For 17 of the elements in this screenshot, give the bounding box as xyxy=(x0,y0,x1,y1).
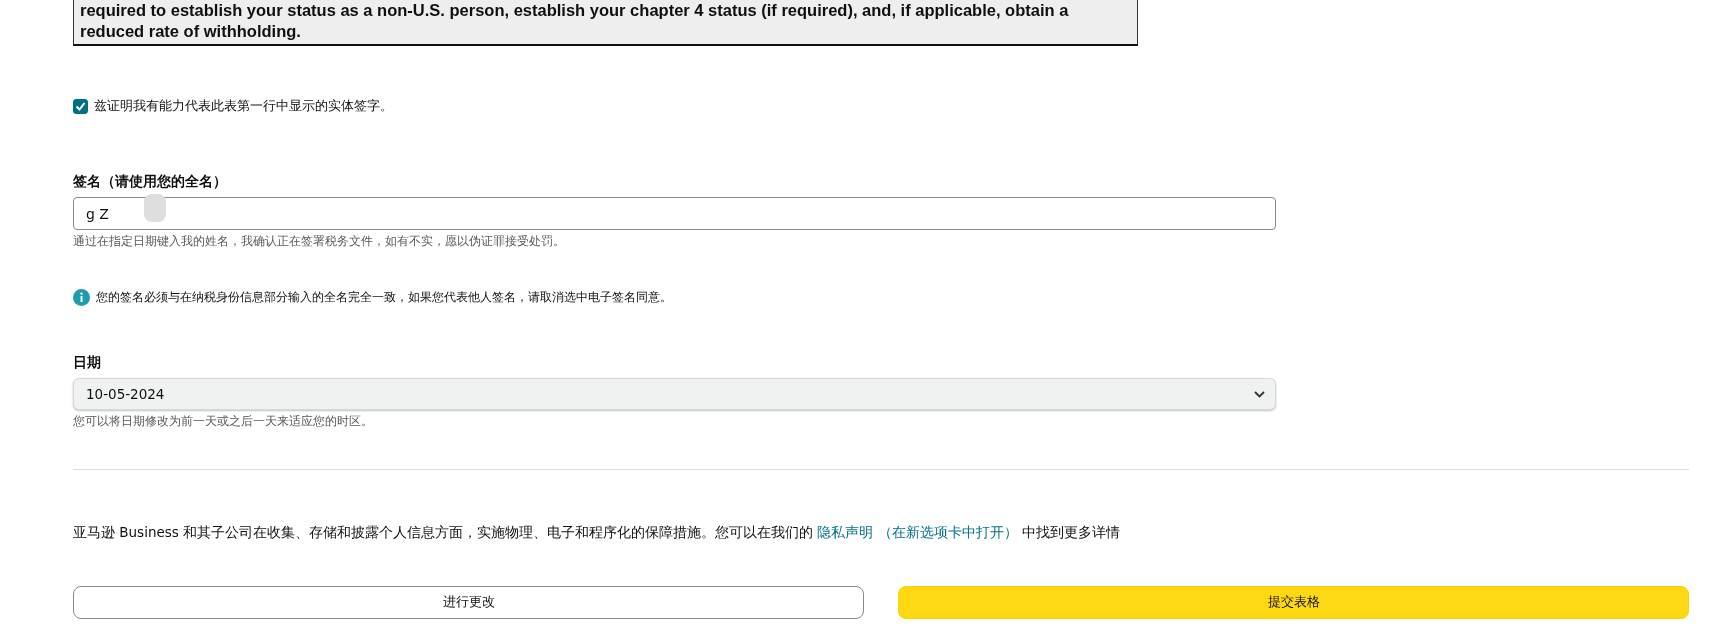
privacy-text: 亚马逊 Business 和其子公司在收集、存储和披露个人信息方面，实施物理、电子和程序化的保障措施。您可以在我们的 隐私声明 （在新选项卡中打开） 中找到更多详情 xyxy=(73,524,1121,542)
info-icon xyxy=(73,289,90,306)
privacy-link[interactable]: 隐私声明 （在新选项卡中打开） xyxy=(817,524,1018,540)
submit-button[interactable]: 提交表格 xyxy=(898,586,1689,619)
checkbox[interactable] xyxy=(73,99,88,114)
chevron-down-icon xyxy=(1254,390,1265,398)
field-label: 签名（请使用您的全名） xyxy=(73,173,228,191)
edit-button[interactable]: 进行更改 xyxy=(73,586,864,619)
hint-text: 通过在指定日期键入我的姓名，我确认正在签署税务文件，如有不实，愿以伪证罪接受处罚。 xyxy=(73,234,566,249)
field-label: 日期 xyxy=(73,354,102,372)
hint-text: 您可以将日期修改为前一天或之后一天来适应您的时区。 xyxy=(73,414,374,429)
redaction-block xyxy=(144,194,166,222)
signature-field[interactable]: g Z xyxy=(73,197,1276,230)
notice-text: required to establish your status as a non-U.S. person, establish your chapter 4 status (if required), and, if applicable, obtain a reduced rate of withholding. xyxy=(73,0,1138,46)
info-text: 您的签名必须与在纳税身份信息部分输入的全名完全一致，如果您代表他人签名，请取消选中电子签名同意。 xyxy=(96,290,672,305)
checkbox-label: 兹证明我有能力代表此表第一行中显示的实体签字。 xyxy=(94,98,393,115)
date-dropdown[interactable]: 10-05-2024 xyxy=(73,378,1276,410)
